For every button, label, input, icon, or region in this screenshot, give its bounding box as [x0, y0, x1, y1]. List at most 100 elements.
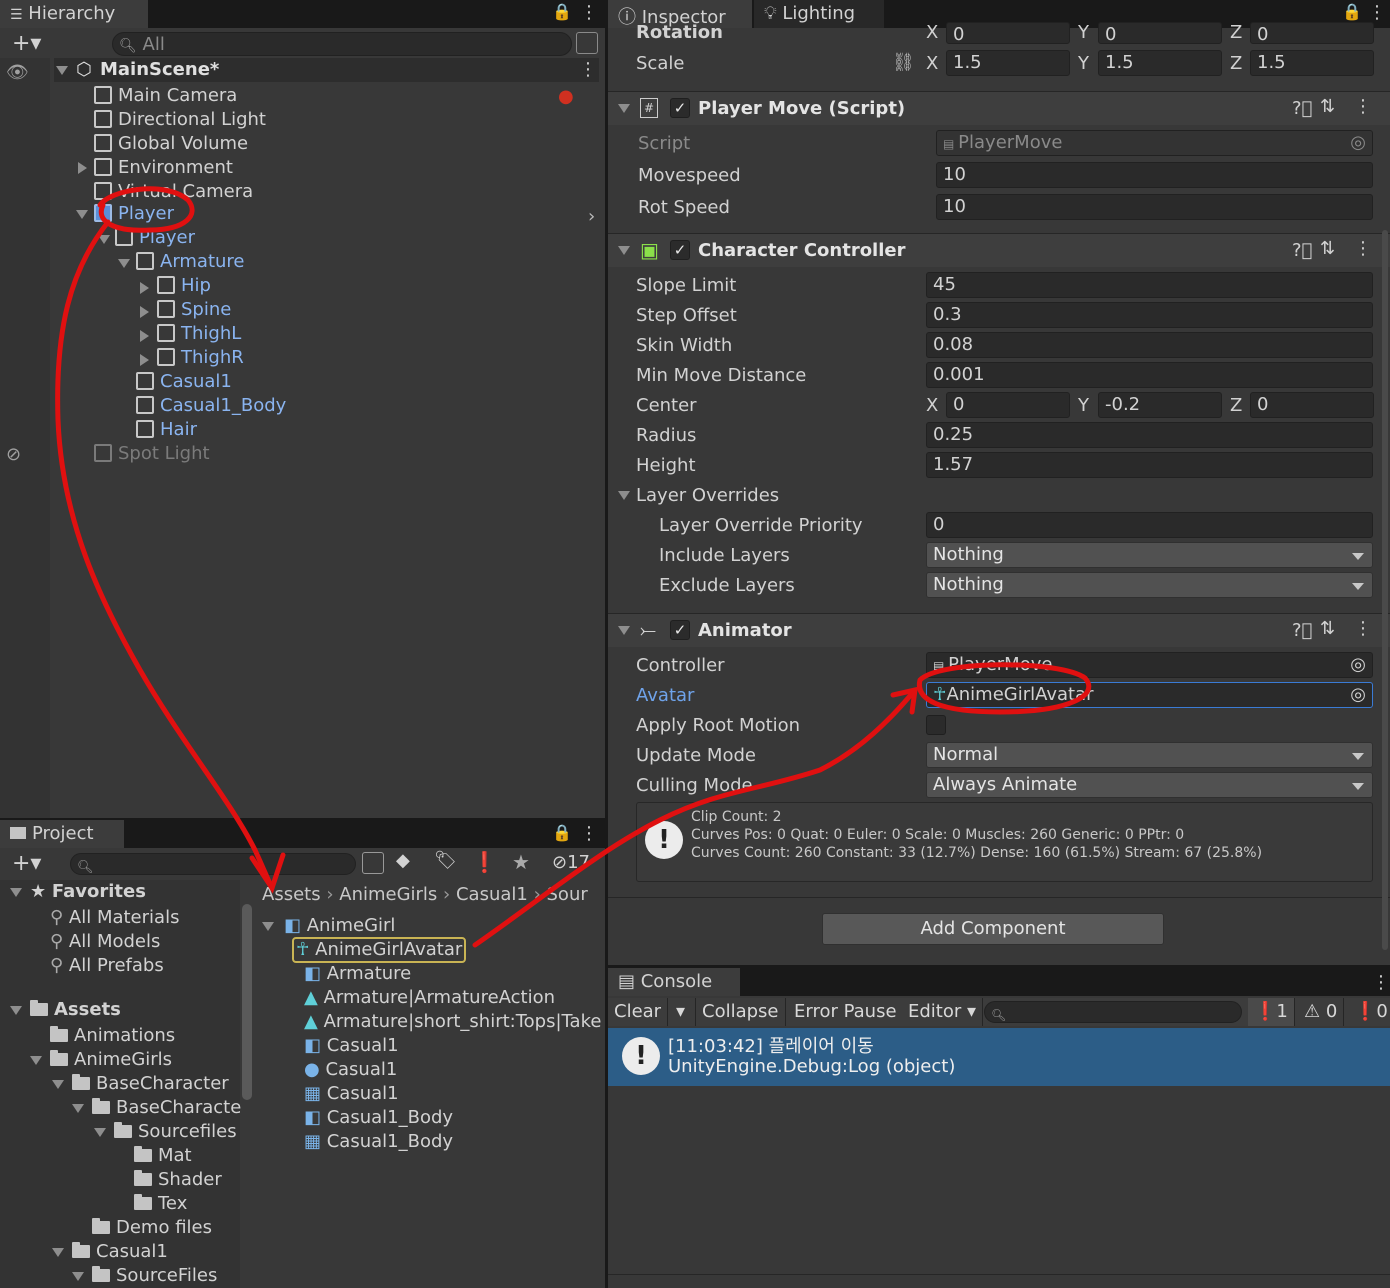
tree-folder[interactable]: BaseCharacte: [92, 1096, 241, 1120]
expand-arrow-icon[interactable]: [10, 888, 22, 897]
tab-hierarchy[interactable]: ☰ Hierarchy: [0, 0, 148, 28]
hidden-eye-icon[interactable]: ⊘: [6, 444, 21, 465]
tree-folder[interactable]: Demo files: [92, 1216, 212, 1240]
component-menu-icon[interactable]: ⋮: [1354, 238, 1372, 259]
scene-row[interactable]: ⬡ MainScene* ⋮: [54, 58, 599, 82]
lock-icon[interactable]: 🔒: [552, 2, 572, 21]
inspector-scrollbar[interactable]: [1382, 230, 1388, 950]
preset-icon[interactable]: ⇅: [1320, 618, 1335, 639]
exclude-layers-dropdown[interactable]: Nothing: [926, 572, 1373, 598]
expand-arrow-icon[interactable]: [140, 354, 149, 366]
tree-folder[interactable]: Animations: [50, 1024, 175, 1048]
clear-options-dropdown[interactable]: ▾: [670, 998, 696, 1026]
hierarchy-item[interactable]: Spot Light: [94, 442, 210, 466]
center-x-field[interactable]: 0: [946, 392, 1070, 418]
expand-arrow-icon[interactable]: [52, 1080, 64, 1089]
file-item[interactable]: ◧ AnimeGirl: [284, 914, 395, 938]
file-item[interactable]: ▦ Casual1_Body: [304, 1130, 453, 1154]
kebab-menu-icon[interactable]: ⋮: [1368, 2, 1386, 23]
link-scale-icon[interactable]: ⛓: [892, 52, 915, 73]
info-count-toggle[interactable]: ❗1: [1248, 998, 1295, 1026]
help-icon[interactable]: ?⃝: [1292, 620, 1312, 641]
file-item-avatar[interactable]: ☥ AnimeGirlAvatar: [292, 937, 467, 963]
controller-field[interactable]: ▤ PlayerMove ◎: [926, 652, 1373, 678]
collapse-button[interactable]: Collapse: [696, 998, 786, 1026]
tree-folder[interactable]: Tex: [134, 1192, 187, 1216]
add-object-button[interactable]: +▾: [12, 31, 41, 56]
hierarchy-item[interactable]: Directional Light: [94, 108, 266, 132]
eye-icon[interactable]: 👁︎: [6, 62, 29, 83]
expand-arrow-icon[interactable]: [118, 259, 130, 268]
scale-z-field[interactable]: 1.5: [1250, 50, 1374, 76]
scene-search-icon[interactable]: [576, 32, 598, 54]
tree-folder[interactable]: Sourcefiles: [114, 1120, 237, 1144]
hierarchy-item[interactable]: Hair: [136, 418, 197, 442]
create-asset-button[interactable]: +▾: [12, 851, 41, 876]
component-menu-icon[interactable]: ⋮: [1354, 618, 1372, 639]
hierarchy-item-player[interactable]: Player: [94, 202, 174, 226]
error-pause-button[interactable]: Error Pause: [788, 998, 904, 1026]
rotspeed-field[interactable]: 10: [936, 194, 1373, 220]
kebab-menu-icon[interactable]: ⋮: [1372, 972, 1390, 993]
tree-folder[interactable]: Casual1: [72, 1240, 168, 1264]
player-move-header[interactable]: # ✓ Player Move (Script) ?⃝ ⇅ ⋮: [608, 91, 1390, 125]
assets-header[interactable]: Assets: [30, 998, 121, 1022]
object-picker-icon[interactable]: ◎: [1350, 684, 1366, 705]
breadcrumb-item[interactable]: Casual1: [456, 884, 528, 905]
rotation-x-field[interactable]: 0: [946, 22, 1070, 44]
filter-by-label-icon[interactable]: 🏷︎: [434, 850, 457, 871]
expand-arrow-icon[interactable]: [76, 210, 88, 219]
tab-lighting[interactable]: 💡︎ Lighting: [754, 0, 884, 28]
project-search-input[interactable]: 🔍︎: [70, 853, 356, 875]
expand-arrow-icon[interactable]: [56, 66, 68, 75]
file-item[interactable]: ▦ Casual1: [304, 1082, 399, 1106]
collapse-arrow-icon[interactable]: [618, 104, 630, 113]
hierarchy-item[interactable]: Virtual Camera: [94, 180, 253, 204]
tree-scrollbar[interactable]: [242, 904, 252, 1100]
tree-folder[interactable]: BaseCharacter: [72, 1072, 229, 1096]
slope-limit-field[interactable]: 45: [926, 272, 1373, 298]
chevron-right-icon[interactable]: ›: [588, 206, 595, 227]
clear-button[interactable]: Clear: [608, 998, 669, 1026]
expand-arrow-icon[interactable]: [10, 1006, 22, 1015]
file-item[interactable]: ◧ Armature: [304, 962, 411, 986]
expand-arrow-icon[interactable]: [52, 1248, 64, 1257]
apply-root-motion-checkbox[interactable]: [926, 715, 946, 735]
expand-arrow-icon[interactable]: [140, 306, 149, 318]
file-item[interactable]: ◧ Casual1: [304, 1034, 399, 1058]
scale-x-field[interactable]: 1.5: [946, 50, 1070, 76]
component-enabled-checkbox[interactable]: ✓: [670, 98, 690, 118]
expand-arrow-icon[interactable]: [98, 235, 110, 244]
file-item[interactable]: ● Casual1: [304, 1058, 397, 1082]
component-menu-icon[interactable]: ⋮: [1354, 96, 1372, 117]
center-y-field[interactable]: -0.2: [1098, 392, 1222, 418]
file-item[interactable]: ◧ Casual1_Body: [304, 1106, 453, 1130]
lock-icon[interactable]: 🔒: [1342, 2, 1362, 21]
animator-header[interactable]: ⤚ ✓ Animator ?⃝ ⇅ ⋮: [608, 613, 1390, 647]
rotation-z-field[interactable]: 0: [1250, 22, 1374, 44]
hierarchy-item[interactable]: Spine: [157, 298, 231, 322]
file-item[interactable]: ▲ Armature|ArmatureAction: [304, 986, 555, 1010]
filter-by-type-icon[interactable]: ◆: [396, 850, 410, 871]
height-field[interactable]: 1.57: [926, 452, 1373, 478]
search-by-type-icon[interactable]: [362, 852, 384, 874]
tree-folder[interactable]: Shader: [134, 1168, 222, 1192]
tree-folder[interactable]: SourceFiles: [92, 1264, 217, 1288]
hierarchy-item[interactable]: Armature: [136, 250, 245, 274]
preset-icon[interactable]: ⇅: [1320, 96, 1335, 117]
radius-field[interactable]: 0.25: [926, 422, 1373, 448]
kebab-menu-icon[interactable]: ⋮: [580, 2, 598, 23]
hierarchy-item[interactable]: Casual1: [136, 370, 232, 394]
collapse-arrow-icon[interactable]: [618, 246, 630, 255]
hierarchy-item[interactable]: Player: [115, 226, 195, 250]
kebab-menu-icon[interactable]: ⋮: [580, 823, 598, 844]
lock-icon[interactable]: 🔒: [552, 823, 572, 842]
component-enabled-checkbox[interactable]: ✓: [670, 240, 690, 260]
component-enabled-checkbox[interactable]: ✓: [670, 620, 690, 640]
warning-count-toggle[interactable]: ⚠ 0: [1298, 998, 1345, 1026]
collapse-arrow-icon[interactable]: [618, 626, 630, 635]
hierarchy-item[interactable]: Casual1_Body: [136, 394, 286, 418]
expand-arrow-icon[interactable]: [140, 282, 149, 294]
hierarchy-search-input[interactable]: 🔍︎ All: [112, 32, 572, 56]
favorite-item[interactable]: ⚲ All Materials: [50, 906, 179, 930]
